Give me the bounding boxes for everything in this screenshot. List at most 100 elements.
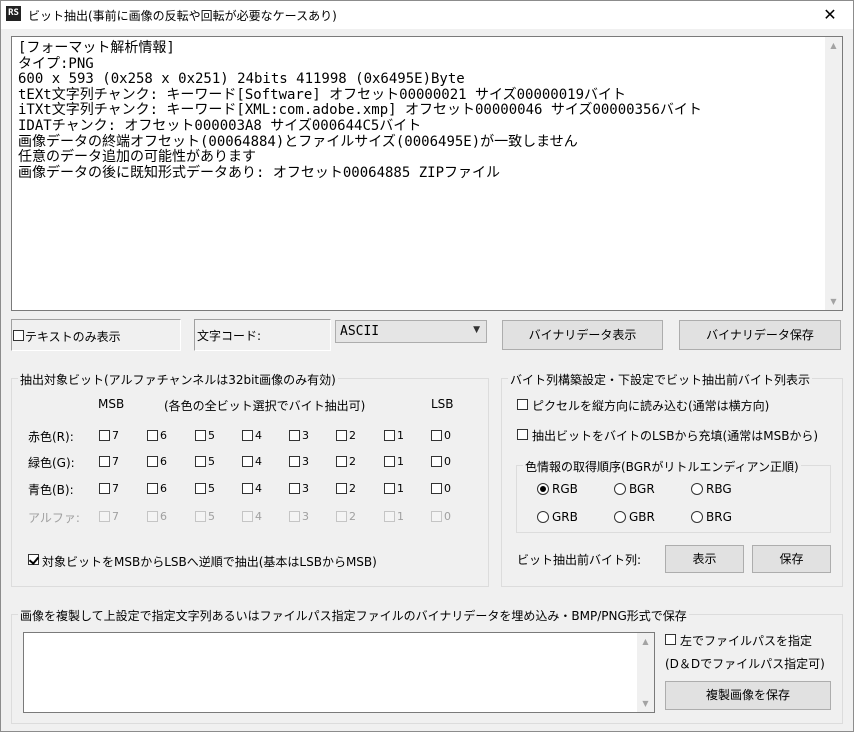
analysis-scrollbar[interactable]: ▲ ▼ <box>825 37 842 310</box>
bit-checkbox[interactable] <box>242 430 253 441</box>
title-bar: RS ビット抽出(事前に画像の反転や回転が必要なケースあり) ✕ <box>1 1 853 29</box>
bit-number-label: 0 <box>444 482 451 495</box>
analysis-line: [フォーマット解析情報] <box>18 40 175 56</box>
show-binary-button[interactable]: バイナリデータ表示 <box>502 320 663 350</box>
bit-number-label: 5 <box>208 482 215 495</box>
bit-checkbox <box>195 511 206 522</box>
bit-checkbox <box>289 511 300 522</box>
bit-checkbox[interactable] <box>431 430 442 441</box>
reverse-order-label: 対象ビットをMSBからLSBへ逆順で抽出(基本はLSBからMSB) <box>42 555 377 569</box>
analysis-textarea[interactable]: [フォーマット解析情報] タイプ:PNG 600 x 593 (0x258 x … <box>11 36 843 311</box>
bits-note: (各色の全ビット選択でバイト抽出可) <box>164 399 366 413</box>
bit-checkbox[interactable] <box>147 456 158 467</box>
bit-checkbox[interactable] <box>336 456 347 467</box>
bit-number-label: 0 <box>444 510 451 523</box>
text-only-checkbox[interactable] <box>13 330 24 341</box>
bit-number-label: 4 <box>255 482 262 495</box>
bit-checkbox[interactable] <box>195 430 206 441</box>
bit-checkbox[interactable] <box>242 456 253 467</box>
analysis-line: tEXt文字列チャンク: キーワード[Software] オフセット000000… <box>18 86 627 103</box>
save-pre-extract-button[interactable]: 保存 <box>752 545 831 573</box>
bit-row-label: 赤色(R): <box>28 430 74 444</box>
bit-number-label: 1 <box>397 482 404 495</box>
dnd-hint: (D＆Dでファイルパス指定可) <box>665 657 825 671</box>
bit-number-label: 3 <box>302 429 309 442</box>
bit-number-label: 7 <box>112 482 119 495</box>
bit-checkbox[interactable] <box>384 483 395 494</box>
show-pre-extract-button[interactable]: 表示 <box>665 545 744 573</box>
scroll-up-icon[interactable]: ▲ <box>825 37 842 54</box>
save-copy-button[interactable]: 複製画像を保存 <box>665 681 831 710</box>
analysis-line: 画像データの終端オフセット(00064884)とファイルサイズ(0006495E… <box>18 133 578 150</box>
bit-checkbox <box>147 511 158 522</box>
bit-checkbox[interactable] <box>384 456 395 467</box>
reverse-order-checkbox[interactable] <box>28 554 39 565</box>
bit-checkbox[interactable] <box>195 483 206 494</box>
bit-number-label: 0 <box>444 455 451 468</box>
bit-checkbox[interactable] <box>99 456 110 467</box>
color-order-label: GRB <box>552 510 578 524</box>
bit-number-label: 7 <box>112 455 119 468</box>
bit-checkbox[interactable] <box>336 483 347 494</box>
bit-number-label: 1 <box>397 455 404 468</box>
bit-number-label: 6 <box>160 455 167 468</box>
analysis-line: 任意のデータ追加の可能性があります <box>18 149 256 166</box>
bit-number-label: 2 <box>349 429 356 442</box>
bit-number-label: 4 <box>255 429 262 442</box>
bit-number-label: 6 <box>160 510 167 523</box>
bit-checkbox[interactable] <box>431 456 442 467</box>
bit-number-label: 3 <box>302 482 309 495</box>
scroll-up-icon[interactable]: ▲ <box>637 633 654 650</box>
bit-checkbox[interactable] <box>195 456 206 467</box>
bit-number-label: 2 <box>349 482 356 495</box>
color-order-label: RBG <box>706 482 732 496</box>
color-order-radio[interactable] <box>691 511 703 523</box>
vertical-read-label: ピクセルを縦方向に読み込む(通常は横方向) <box>532 399 770 413</box>
bit-number-label: 5 <box>208 510 215 523</box>
color-order-radio[interactable] <box>614 511 626 523</box>
embed-textarea[interactable]: ▲ ▼ <box>23 632 655 713</box>
bit-checkbox[interactable] <box>384 430 395 441</box>
bit-number-label: 2 <box>349 510 356 523</box>
analysis-line: 画像データの後に既知形式データあり: オフセット00064885 ZIPファイル <box>18 164 501 181</box>
bit-checkbox[interactable] <box>99 430 110 441</box>
bit-checkbox[interactable] <box>147 430 158 441</box>
color-order-label: BGR <box>629 482 655 496</box>
bit-checkbox[interactable] <box>289 456 300 467</box>
encoding-label: 文字コード: <box>197 329 262 343</box>
color-order-label: BRG <box>706 510 732 524</box>
bit-checkbox[interactable] <box>147 483 158 494</box>
lsb-label: LSB <box>431 397 454 411</box>
bit-checkbox[interactable] <box>289 430 300 441</box>
bit-number-label: 2 <box>349 455 356 468</box>
pre-extract-label: ビット抽出前バイト列: <box>517 553 642 567</box>
embed-scrollbar[interactable]: ▲ ▼ <box>637 633 654 712</box>
bit-checkbox <box>384 511 395 522</box>
scroll-down-icon[interactable]: ▼ <box>637 695 654 712</box>
bit-number-label: 3 <box>302 455 309 468</box>
encoding-value: ASCII <box>340 324 380 339</box>
fill-lsb-label: 抽出ビットをバイトのLSBから充填(通常はMSBから) <box>532 429 819 443</box>
color-order-radio[interactable] <box>537 511 549 523</box>
vertical-read-checkbox[interactable] <box>517 399 528 410</box>
save-binary-button[interactable]: バイナリデータ保存 <box>679 320 841 350</box>
close-icon[interactable]: ✕ <box>807 1 853 29</box>
bit-number-label: 6 <box>160 482 167 495</box>
bit-checkbox[interactable] <box>336 430 347 441</box>
bit-number-label: 1 <box>397 429 404 442</box>
color-order-radio[interactable] <box>537 483 549 495</box>
fill-lsb-checkbox[interactable] <box>517 429 528 440</box>
embed-group-title: 画像を複製して上設定で指定文字列あるいはファイルパス指定ファイルのバイナリデータ… <box>18 607 689 624</box>
encoding-select[interactable]: ASCII ▼ <box>335 320 487 343</box>
bit-checkbox[interactable] <box>431 483 442 494</box>
color-order-radio[interactable] <box>691 483 703 495</box>
bit-checkbox[interactable] <box>289 483 300 494</box>
color-order-radio[interactable] <box>614 483 626 495</box>
file-path-checkbox[interactable] <box>665 634 676 645</box>
bit-checkbox[interactable] <box>99 483 110 494</box>
bit-number-label: 5 <box>208 429 215 442</box>
scroll-down-icon[interactable]: ▼ <box>825 293 842 310</box>
bit-checkbox[interactable] <box>242 483 253 494</box>
analysis-line: タイプ:PNG <box>18 55 94 72</box>
bit-checkbox <box>99 511 110 522</box>
